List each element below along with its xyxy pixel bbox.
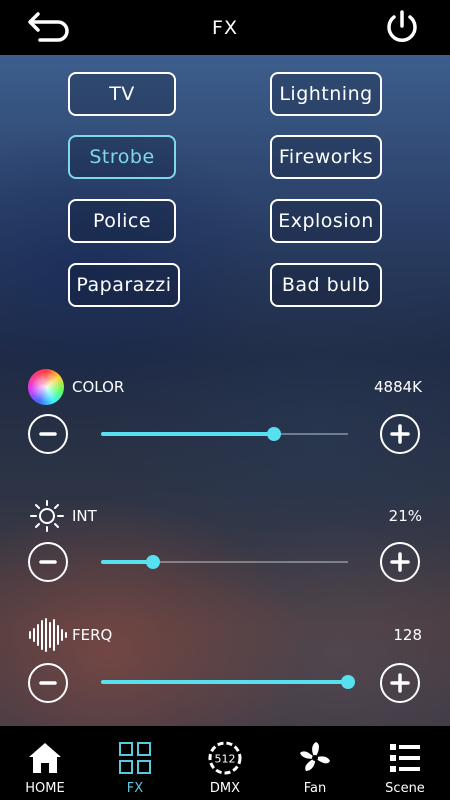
color-slider-fill (101, 432, 274, 436)
home-icon (29, 743, 61, 773)
fan-icon (300, 742, 330, 771)
nav-label: FX (126, 781, 144, 796)
intensity-increase-button[interactable] (380, 542, 420, 582)
effect-button-label: TV (109, 83, 135, 105)
minus-icon (39, 681, 57, 685)
frequency-label: FERQ (72, 626, 113, 644)
plus-icon (390, 424, 410, 444)
effect-button-fireworks[interactable]: Fireworks (270, 135, 382, 179)
frequency-slider-thumb[interactable] (341, 675, 355, 689)
intensity-slider-track[interactable] (101, 555, 348, 569)
color-label: COLOR (72, 378, 125, 396)
intensity-label: INT (72, 507, 97, 525)
frequency-decrease-button[interactable] (28, 663, 68, 703)
color-label-group: COLOR (28, 369, 124, 405)
nav-label: Fan (303, 781, 327, 796)
intensity-value: 21% (388, 507, 422, 525)
effect-button-label: Bad bulb (281, 274, 371, 296)
frequency-label-group: FERQ (28, 617, 112, 653)
color-wheel-icon (28, 369, 64, 405)
effect-button-label: Paparazzi (76, 274, 172, 296)
waveform-icon (29, 618, 67, 652)
bottom-nav: HOME FX 512 DMX Fan Scene (0, 726, 450, 800)
nav-label: Scene (385, 781, 425, 796)
sun-icon (30, 500, 64, 532)
effect-button-bad-bulb[interactable]: Bad bulb (270, 263, 382, 307)
minus-icon (39, 560, 57, 564)
nav-item-fx[interactable]: FX (90, 726, 180, 800)
effect-button-tv[interactable]: TV (68, 72, 176, 116)
intensity-decrease-button[interactable] (28, 542, 68, 582)
effect-button-label: Strobe (89, 146, 155, 168)
frequency-slider-fill (101, 680, 348, 684)
page-title: FX (212, 16, 238, 39)
dmx-icon-text: 512 (215, 753, 236, 766)
power-icon[interactable] (384, 9, 420, 45)
color-slider-track[interactable] (101, 427, 348, 441)
effect-button-label: Lightning (279, 83, 373, 105)
effect-button-label: Fireworks (278, 146, 374, 168)
intensity-slider-thumb[interactable] (145, 555, 160, 569)
back-arrow-icon[interactable] (26, 10, 72, 42)
effect-button-paparazzi[interactable]: Paparazzi (68, 263, 180, 307)
effect-button-lightning[interactable]: Lightning (270, 72, 382, 116)
color-decrease-button[interactable] (28, 414, 68, 454)
color-value: 4884K (373, 378, 422, 396)
frequency-slider-track[interactable] (101, 675, 355, 689)
frequency-value: 128 (393, 626, 422, 644)
plus-icon (390, 673, 410, 693)
effect-button-label: Police (92, 210, 152, 232)
list-icon (390, 744, 420, 772)
effect-button-label: Explosion (278, 210, 374, 232)
nav-item-home[interactable]: HOME (0, 726, 90, 800)
nav-label: DMX (209, 781, 241, 796)
nav-item-scene[interactable]: Scene (360, 726, 450, 800)
nav-item-dmx[interactable]: 512 DMX (180, 726, 270, 800)
nav-label: HOME (25, 781, 65, 796)
intensity-label-group: INT (28, 498, 97, 534)
color-increase-button[interactable] (380, 414, 420, 454)
grid-icon (119, 742, 151, 774)
nav-item-fan[interactable]: Fan (270, 726, 360, 800)
color-slider-thumb[interactable] (266, 427, 281, 441)
effect-button-strobe[interactable]: Strobe (68, 135, 176, 179)
effect-button-explosion[interactable]: Explosion (270, 199, 382, 243)
header-bar: FX (0, 0, 450, 55)
plus-icon (390, 552, 410, 572)
effect-button-police[interactable]: Police (68, 199, 176, 243)
fx-content: TV Lightning Strobe Fireworks Police Exp… (0, 55, 450, 726)
frequency-increase-button[interactable] (380, 663, 420, 703)
dmx-icon: 512 (208, 741, 242, 775)
minus-icon (39, 432, 57, 436)
